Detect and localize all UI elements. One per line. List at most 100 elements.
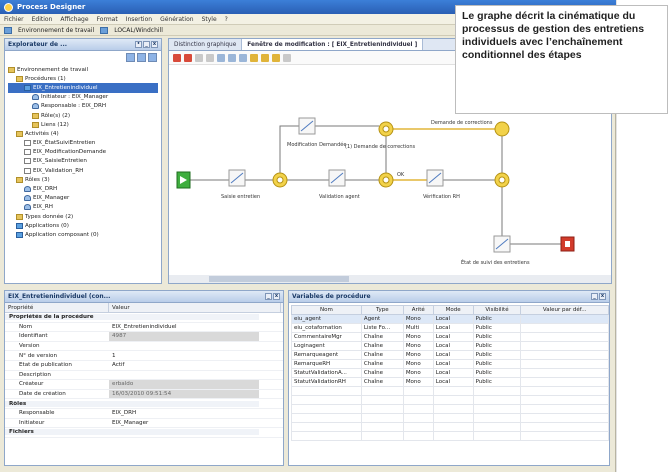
property-row[interactable]: Responsable EIX_DRH	[5, 409, 283, 419]
decision-right-top-node[interactable]	[494, 121, 510, 137]
property-value[interactable]: EIX_Manager	[109, 419, 259, 428]
variables-column-header[interactable]: Type	[360, 305, 404, 315]
tree-item[interactable]: Procédures (1)	[8, 74, 158, 83]
close-icon[interactable]: x	[151, 41, 158, 48]
menu-affichage[interactable]: Affichage	[60, 16, 88, 23]
copy-icon[interactable]	[195, 53, 203, 62]
property-value[interactable]	[109, 342, 259, 351]
pin-icon[interactable]: •	[135, 41, 142, 48]
tree-item[interactable]: EIX_SaisieEntretien	[8, 157, 158, 166]
property-value[interactable]: EIX_Entretienindividuel	[109, 323, 259, 332]
variable-row[interactable]: StatutValidationA... Chaîne Mono Local Publi…	[291, 368, 609, 378]
property-value[interactable]: Actif	[109, 361, 259, 370]
refresh-icon[interactable]	[126, 53, 135, 62]
variable-row[interactable]: eiu_cotafornation Liste Fo... Multi Local Pu…	[291, 323, 609, 333]
tree-item[interactable]: Responsable : EIX_DRH	[8, 102, 158, 111]
tree-item[interactable]: EIX_Validation_RH	[8, 166, 158, 175]
property-value: 16/03/2010 09:51:54	[109, 389, 259, 399]
folder-icon	[16, 75, 23, 82]
workspace-label[interactable]: Environnement de travail	[18, 27, 94, 34]
link-tool-icon[interactable]	[272, 53, 280, 62]
variables-column-header[interactable]: Nom	[291, 305, 362, 315]
tree-item[interactable]: Rôles (3)	[8, 175, 158, 184]
property-key: Nom	[19, 323, 33, 330]
minimize-icon[interactable]: _	[265, 293, 272, 300]
tree-item[interactable]: Liens (12)	[8, 120, 158, 129]
minimize-icon[interactable]: _	[143, 41, 150, 48]
tree-item[interactable]: EIX_Manager	[8, 194, 158, 203]
workspace-path[interactable]: LOCAL/Windchill	[114, 27, 163, 34]
tree-item[interactable]: EIX_DRH	[8, 184, 158, 193]
zoom-icon[interactable]	[217, 53, 225, 62]
variable-row[interactable]: Loginagent Chaîne Mono Local Public	[291, 341, 609, 351]
property-value: 4987	[109, 332, 259, 341]
activity-tool-icon[interactable]	[250, 53, 258, 62]
property-value[interactable]: 1	[109, 351, 259, 360]
property-row[interactable]: Fichiers	[5, 428, 283, 438]
variables-column-header[interactable]: Visibilité	[472, 305, 522, 315]
property-row[interactable]: Description	[5, 371, 283, 381]
decision-tool-icon[interactable]	[261, 53, 269, 62]
tree-item[interactable]: EIX_Entretienindividuel	[8, 83, 158, 93]
tree-item[interactable]: EIX_ModificationDemande	[8, 148, 158, 157]
property-row[interactable]: Version	[5, 342, 283, 352]
variables-column-header[interactable]: Mode	[432, 305, 474, 315]
tab-fenetre-modification[interactable]: Fenêtre de modification : [ EIX_Entretie…	[242, 39, 424, 50]
tree-item[interactable]: EIX_ÉtatSuiviEntretien	[8, 139, 158, 148]
edge-decision1-modification[interactable]	[279, 125, 299, 173]
stop-icon[interactable]	[173, 53, 181, 62]
property-row[interactable]: Initiateur EIX_Manager	[5, 419, 283, 429]
explorer-panel: Explorateur de ... • _ x Environnement d…	[4, 38, 162, 284]
horizontal-scroll-thumb[interactable]	[209, 276, 349, 282]
tree-item[interactable]: Types donnée (2)	[8, 212, 158, 221]
tree-item[interactable]: EIX_RH	[8, 203, 158, 212]
menu-generation[interactable]: Génération	[160, 16, 193, 23]
menu-style[interactable]: Style	[202, 16, 217, 23]
menu-edition[interactable]: Edition	[32, 16, 53, 23]
variable-row[interactable]: StatutValidationRH Chaîne Mono Local Public	[291, 377, 609, 387]
tree-item[interactable]: Application composant (0)	[8, 230, 158, 239]
tree-item[interactable]: Initiateur : EIX_Manager	[8, 93, 158, 102]
minimize-icon[interactable]: _	[591, 293, 598, 300]
grid-icon[interactable]	[228, 53, 236, 62]
tree-item[interactable]: Activités (4)	[8, 129, 158, 138]
menu-format[interactable]: Format	[97, 16, 118, 23]
tab-distinction-graphique[interactable]: Distinction graphique	[169, 39, 243, 50]
variable-row[interactable]: eiu_agent Agent Mono Local Public	[291, 314, 609, 324]
column-valeur[interactable]: Valeur	[109, 303, 281, 312]
pointer-tool-icon[interactable]	[283, 53, 291, 62]
property-row[interactable]: Date de création 16/03/2010 09:51:54	[5, 389, 283, 400]
property-row[interactable]: Rôles	[5, 399, 283, 409]
property-row[interactable]: Créateur erbaldo	[5, 380, 283, 390]
property-row[interactable]: État de publication Actif	[5, 361, 283, 371]
properties-grid-header: Propriété Valeur	[5, 303, 283, 313]
filter-icon[interactable]	[148, 53, 157, 62]
close-icon[interactable]: x	[599, 293, 606, 300]
variable-row[interactable]: CommentaireMgr Chaîne Mono Local Public	[291, 332, 609, 342]
property-row[interactable]: Propriétés de la procédure	[5, 313, 283, 323]
menu-fichier[interactable]: Fichier	[4, 16, 24, 23]
menu-insertion[interactable]: Insertion	[126, 16, 152, 23]
menu-help[interactable]: ?	[225, 16, 228, 23]
variables-column-header[interactable]: Arité	[402, 305, 434, 315]
column-propriete[interactable]: Propriété	[5, 303, 109, 312]
variable-row[interactable]: Remarqueagent Chaîne Mono Local Public	[291, 350, 609, 360]
paste-icon[interactable]	[206, 53, 214, 62]
close-icon[interactable]: x	[273, 293, 280, 300]
property-row[interactable]: Identifiant 4987	[5, 332, 283, 342]
empty-row	[291, 413, 609, 423]
property-row[interactable]: N° de version 1	[5, 351, 283, 361]
decision-top-icon	[382, 125, 390, 133]
property-value[interactable]	[109, 371, 259, 380]
property-row[interactable]: Nom EIX_Entretienindividuel	[5, 323, 283, 333]
empty-cell	[432, 413, 474, 423]
delete-icon[interactable]	[184, 53, 192, 62]
collapse-icon[interactable]	[137, 53, 146, 62]
tree-item[interactable]: Applications (0)	[8, 221, 158, 230]
variables-column-header[interactable]: Valeur par déf...	[520, 305, 609, 315]
tree-item[interactable]: Rôle(s) (2)	[8, 111, 158, 120]
variable-row[interactable]: RemarqueRH Chaîne Mono Local Public	[291, 359, 609, 369]
tree-item[interactable]: Environnement de travail	[8, 65, 158, 74]
property-value[interactable]: EIX_DRH	[109, 409, 259, 418]
align-icon[interactable]	[239, 53, 247, 62]
